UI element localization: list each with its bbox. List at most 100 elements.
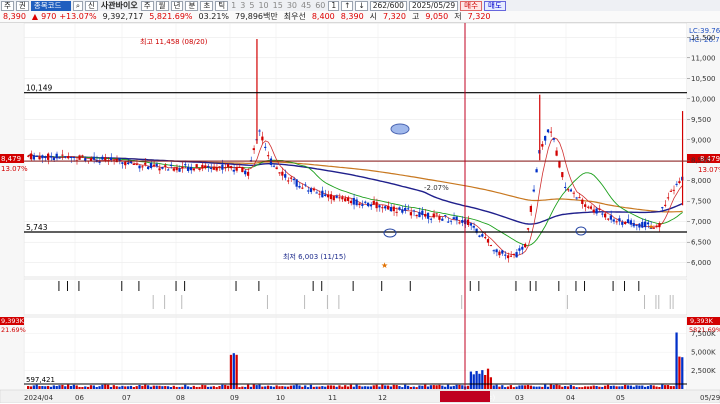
stock-code-input[interactable]: 종목코드	[30, 0, 71, 11]
period-tick-button[interactable]: 틱	[215, 0, 229, 11]
period-year-button[interactable]: 년	[170, 0, 184, 11]
candle-body	[81, 155, 84, 157]
price-panel[interactable]	[23, 23, 688, 278]
volume-bar	[204, 385, 207, 389]
candle-body	[512, 253, 515, 255]
volume-bar	[332, 385, 335, 389]
period-second-button[interactable]: 초	[200, 0, 214, 11]
volume-bar	[61, 384, 64, 389]
candle-body	[669, 190, 672, 192]
volume-bar	[321, 386, 324, 389]
candle-body	[535, 169, 538, 173]
volume-bar	[275, 385, 278, 389]
vol-tick-label: 2,500K	[691, 367, 716, 375]
volume-bar	[181, 386, 184, 389]
volume-bar	[106, 384, 110, 389]
x-tick-label: 03	[515, 394, 524, 402]
interval-45[interactable]: 45	[299, 0, 313, 11]
volume-bar	[344, 385, 347, 389]
prev-label: 최우선	[283, 12, 306, 21]
toolbar-item-6[interactable]: 신	[85, 0, 98, 11]
volume-bar	[669, 386, 672, 389]
interval-30[interactable]: 30	[285, 0, 299, 11]
volume-bar	[126, 386, 130, 389]
candle-body	[569, 189, 572, 192]
signal-bar	[121, 281, 123, 291]
buy-button[interactable]: 매수	[460, 0, 482, 11]
signal-bar	[312, 281, 314, 291]
volume-bar	[524, 385, 527, 389]
date-input[interactable]: 2025/05/29	[408, 0, 459, 11]
period-day-button[interactable]: 주	[140, 0, 154, 11]
interval-15[interactable]: 15	[271, 0, 285, 11]
interval-1[interactable]: 1	[229, 0, 238, 11]
interval-5[interactable]: 5	[247, 0, 256, 11]
volume-bar	[646, 386, 650, 389]
candle-body	[332, 196, 335, 201]
volume-pct: 5,821.69%	[149, 12, 193, 21]
volume-bar	[312, 386, 315, 389]
stock-chart[interactable]: 10,149 5,743 최고 11,458 (08/20) 최저 6,003 …	[0, 23, 720, 403]
scroll-up-button[interactable]: ↑	[341, 0, 354, 11]
candle-body	[64, 156, 67, 158]
volume-bar	[75, 385, 78, 389]
toolbar-item-1[interactable]: 권	[15, 0, 29, 11]
volume-bar	[461, 385, 464, 389]
candle-body	[121, 162, 124, 164]
volume-panel[interactable]	[23, 316, 688, 391]
volume-base-label: 597,421	[26, 376, 55, 384]
candle-body	[441, 218, 444, 221]
volume-bar	[469, 371, 473, 389]
sell-button[interactable]: 매도	[483, 0, 506, 11]
volume-bar	[41, 386, 44, 389]
period-week-button[interactable]: 월	[155, 0, 169, 11]
candle-body	[104, 157, 107, 161]
interval-3[interactable]: 3	[238, 0, 247, 11]
star-marker-icon: ★	[381, 261, 388, 270]
signal-bar	[669, 295, 671, 309]
scroll-down-button[interactable]: ↓	[355, 0, 368, 11]
signal-panel[interactable]	[23, 278, 688, 316]
interval-10[interactable]: 10	[256, 0, 270, 11]
volume-bar	[449, 386, 453, 389]
candle-body	[606, 218, 610, 220]
search-icon[interactable]: ⌕	[72, 0, 84, 11]
interval-60[interactable]: 60	[313, 0, 327, 11]
volume-bar	[89, 385, 93, 389]
left-pct-tag: 13.07%	[1, 165, 28, 173]
volume-bar	[624, 384, 627, 389]
candle-body	[178, 168, 181, 172]
candle-body	[164, 165, 167, 167]
candle-body	[132, 163, 135, 165]
volume-bar	[478, 373, 481, 389]
volume-bar	[558, 385, 561, 389]
candle-body	[581, 199, 584, 204]
period-minute-button[interactable]: 분	[185, 0, 199, 11]
volume-bar	[609, 385, 612, 389]
candle-body	[601, 213, 604, 215]
volume-bar	[672, 386, 675, 389]
volume-bar	[238, 387, 241, 389]
range-display[interactable]: 262/600	[369, 0, 407, 11]
candle-body	[398, 207, 401, 210]
candle-body	[424, 214, 427, 217]
price-change-pct: +13.07%	[59, 12, 97, 21]
candle-body	[78, 155, 81, 160]
candle-body	[152, 164, 155, 166]
candle-body	[575, 197, 578, 199]
volume-bar	[498, 386, 501, 389]
candle-body	[484, 237, 487, 239]
count-input[interactable]: 1	[328, 0, 340, 11]
left-vol-tag: 9,393K	[1, 317, 25, 325]
volume-bar	[606, 384, 610, 389]
signal-bar	[658, 295, 660, 309]
volume-bar	[158, 385, 161, 389]
volume-bar	[152, 385, 155, 389]
volume-bar	[444, 386, 447, 389]
candle-body	[369, 204, 373, 207]
signal-bar	[644, 295, 646, 309]
volume-bar	[566, 386, 570, 389]
candle-body	[195, 164, 198, 168]
toolbar-item-0[interactable]: 주	[1, 0, 14, 11]
candle-body	[466, 219, 470, 226]
